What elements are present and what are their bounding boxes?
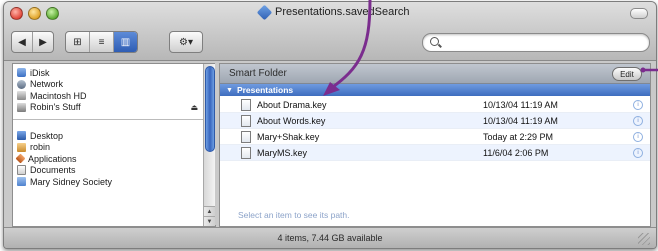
smart-folder-label: Smart Folder: [229, 68, 287, 79]
scroll-up-arrow-icon[interactable]: ▲: [204, 206, 215, 216]
home-icon: [17, 142, 26, 152]
file-name: About Words.key: [257, 115, 326, 126]
sidebar-item-robins-stuff[interactable]: Robin's Stuff ⏏: [13, 102, 203, 114]
gear-icon[interactable]: ⚙▾: [170, 32, 202, 52]
folder-icon: [17, 177, 26, 187]
status-text: 4 items, 7.44 GB available: [277, 233, 383, 243]
sidebar-item-label: Robin's Stuff: [30, 102, 81, 113]
sidebar-item-label: Macintosh HD: [30, 90, 87, 101]
file-name: Mary+Shak.key: [257, 131, 320, 142]
forward-arrow-icon[interactable]: ▶: [33, 32, 53, 52]
sidebar-list: iDisk Network Macintosh HD Robin's Stuff…: [13, 64, 203, 188]
path-hint: Select an item to see its path.: [238, 210, 350, 220]
keynote-file-icon: [241, 98, 251, 111]
sidebar-item-network[interactable]: Network: [13, 79, 203, 91]
sidebar-item-mary-sidney-society[interactable]: Mary Sidney Society: [13, 176, 203, 188]
zoom-button[interactable]: [46, 7, 59, 20]
keynote-file-icon: [241, 146, 251, 159]
scroll-down-arrow-icon[interactable]: ▼: [204, 216, 215, 226]
window-controls: [10, 7, 59, 20]
file-row[interactable]: MaryMS.key 11/6/04 2:06 PM i: [220, 145, 650, 161]
icon-view-icon[interactable]: ⊞: [66, 32, 90, 52]
window-title-text: Presentations.savedSearch: [275, 6, 410, 18]
sidebar-divider: [13, 119, 203, 125]
minimize-button[interactable]: [28, 7, 41, 20]
sidebar: iDisk Network Macintosh HD Robin's Stuff…: [12, 63, 216, 227]
sidebar-item-label: iDisk: [30, 67, 50, 78]
drive-icon: [17, 102, 26, 112]
saved-search-icon: [256, 4, 273, 20]
sidebar-scrollbar[interactable]: ▲ ▼: [203, 64, 215, 226]
file-date: 10/13/04 11:19 AM: [483, 99, 558, 110]
sidebar-item-label: robin: [30, 142, 51, 153]
group-header-label: Presentations: [236, 85, 294, 95]
sidebar-item-label: Mary Sidney Society: [30, 176, 113, 187]
back-arrow-icon[interactable]: ◀: [12, 32, 33, 52]
keynote-file-icon: [241, 130, 251, 143]
info-icon[interactable]: i: [633, 99, 643, 110]
sidebar-item-label: Applications: [28, 153, 77, 164]
group-header-presentations[interactable]: ▼ Presentations: [220, 84, 650, 96]
status-bar: 4 items, 7.44 GB available: [4, 227, 656, 248]
search-icon: [430, 37, 439, 46]
nav-buttons: ◀ ▶: [11, 31, 54, 53]
keynote-file-icon: [241, 114, 251, 127]
info-icon[interactable]: i: [633, 115, 643, 126]
idisk-icon: [17, 68, 26, 78]
sidebar-item-documents[interactable]: Documents: [13, 165, 203, 177]
eject-icon[interactable]: ⏏: [190, 103, 198, 112]
desktop-icon: [17, 131, 26, 141]
sidebar-item-idisk[interactable]: iDisk: [13, 67, 203, 79]
sidebar-item-label: Network: [30, 79, 64, 90]
file-row[interactable]: About Words.key 10/13/04 11:19 AM i: [220, 113, 650, 129]
sidebar-item-label: Desktop: [30, 130, 64, 141]
column-view-icon[interactable]: ▥: [114, 32, 137, 52]
finder-window: Presentations.savedSearch ◀ ▶ ⊞ ≡ ▥ ⚙▾ i…: [3, 1, 657, 249]
file-date: Today at 2:29 PM: [483, 131, 554, 142]
hard-drive-icon: [17, 91, 26, 101]
list-view-icon[interactable]: ≡: [90, 32, 114, 52]
info-icon[interactable]: i: [633, 131, 643, 142]
view-buttons: ⊞ ≡ ▥: [65, 31, 138, 53]
scrollbar-thumb[interactable]: [205, 66, 215, 152]
documents-icon: [17, 165, 26, 176]
info-icon[interactable]: i: [633, 147, 643, 158]
sidebar-item-label: Documents: [30, 165, 76, 176]
toolbar-toggle-button[interactable]: [630, 8, 648, 19]
results-pane: Smart Folder Edit ▼ Presentations About …: [219, 63, 651, 227]
file-date: 11/6/04 2:06 PM: [483, 147, 549, 158]
window-title: Presentations.savedSearch: [256, 4, 410, 20]
resize-grip-icon[interactable]: [638, 233, 650, 245]
sidebar-item-applications[interactable]: Applications: [13, 153, 203, 165]
sidebar-item-macintosh-hd[interactable]: Macintosh HD: [13, 90, 203, 102]
file-row[interactable]: About Drama.key 10/13/04 11:19 AM i: [220, 97, 650, 113]
title-bar[interactable]: Presentations.savedSearch ◀ ▶ ⊞ ≡ ▥ ⚙▾: [4, 2, 656, 61]
edit-button[interactable]: Edit: [612, 67, 642, 81]
applications-icon: [15, 153, 26, 164]
file-name: About Drama.key: [257, 99, 327, 110]
file-list: About Drama.key 10/13/04 11:19 AM i Abou…: [220, 97, 650, 161]
search-field[interactable]: [422, 33, 650, 52]
network-icon: [17, 79, 26, 89]
action-menu: ⚙▾: [169, 31, 203, 53]
close-button[interactable]: [10, 7, 23, 20]
file-row[interactable]: Mary+Shak.key Today at 2:29 PM i: [220, 129, 650, 145]
smart-folder-bar: Smart Folder Edit: [220, 64, 650, 84]
disclosure-triangle-icon[interactable]: ▼: [226, 87, 233, 94]
file-name: MaryMS.key: [257, 147, 308, 158]
file-date: 10/13/04 11:19 AM: [483, 115, 558, 126]
sidebar-item-desktop[interactable]: Desktop: [13, 130, 203, 142]
sidebar-item-robin[interactable]: robin: [13, 142, 203, 154]
